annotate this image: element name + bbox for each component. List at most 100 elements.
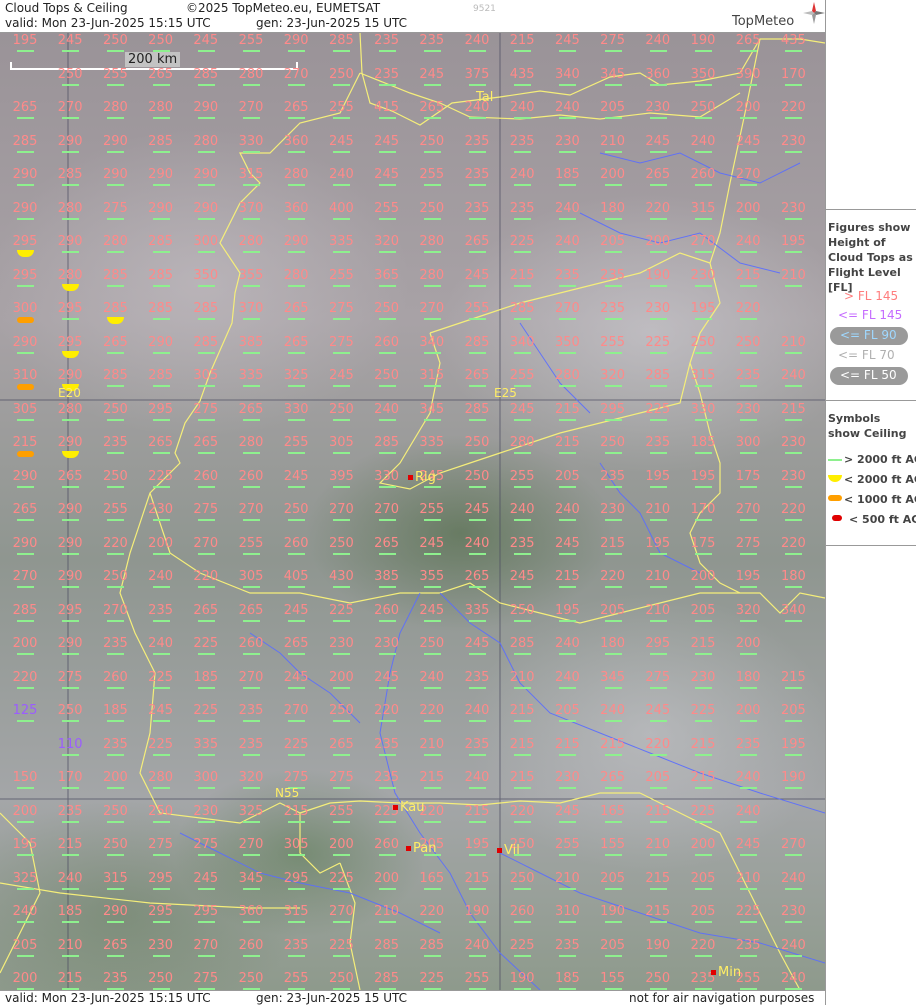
cloud-top-value: 155 (593, 837, 633, 856)
cloud-top-value: 290 (50, 134, 90, 153)
cloud-top-value: 255 (231, 536, 271, 555)
cloud-top-value: 215 (502, 737, 542, 756)
cloud-top-value: 235 (457, 134, 497, 153)
cloud-top-value: 235 (457, 670, 497, 689)
cloud-top-value: 255 (547, 837, 587, 856)
copyright-text: ©2025 TopMeteo.eu, EUMETSAT (186, 1, 381, 15)
coord-label-n55: N55 (275, 786, 300, 800)
cloud-top-value: 180 (728, 670, 768, 689)
cloud-top-value: 280 (50, 268, 90, 291)
cloud-top-value: 240 (638, 33, 678, 52)
cloud-top-value: 235 (728, 737, 768, 756)
cloud-top-value: 230 (186, 804, 226, 823)
cloud-top-value: 315 (683, 368, 723, 387)
coord-label-e20: E20 (58, 386, 81, 400)
cloud-top-value: 285 (141, 301, 181, 320)
cloud-top-value: 400 (321, 201, 361, 220)
cloud-top-value: 235 (593, 268, 633, 287)
cloud-top-value: 250 (593, 435, 633, 454)
cloud-top-value: 240 (5, 904, 45, 923)
cloud-top-value: 240 (728, 804, 768, 823)
cloud-top-value: 230 (141, 502, 181, 521)
cloud-top-value: 295 (593, 402, 633, 421)
cloud-top-value: 240 (412, 670, 452, 689)
cloud-top-value: 235 (412, 33, 452, 52)
cloud-top-value: 245 (457, 502, 497, 521)
cloud-top-value: 195 (773, 737, 813, 756)
cloud-top-value: 435 (773, 33, 813, 52)
cloud-top-value: 190 (683, 33, 723, 52)
cloud-top-value: 295 (5, 268, 45, 287)
cloud-top-value: 250 (638, 971, 678, 990)
place-tal: Tal (476, 90, 493, 105)
cloud-top-value: 235 (728, 368, 768, 387)
cloud-top-value: 290 (5, 536, 45, 555)
cloud-top-value: 265 (276, 301, 316, 320)
cloud-top-value: 285 (367, 435, 407, 454)
scale-bar-label: 200 km (125, 52, 181, 67)
map-title: Cloud Tops & Ceiling (5, 1, 128, 15)
cloud-top-value: 265 (593, 770, 633, 789)
cloud-top-value: 230 (773, 469, 813, 488)
cloud-top-value: 235 (638, 435, 678, 454)
cloud-top-value: 235 (95, 971, 135, 990)
cloud-top-value: 250 (141, 804, 181, 823)
cloud-top-value: 270 (50, 100, 90, 119)
cloud-top-value: 395 (321, 469, 361, 488)
cloud-top-value: 225 (141, 469, 181, 488)
cloud-top-value: 230 (321, 636, 361, 655)
cloud-top-value: 210 (638, 603, 678, 622)
cloud-top-value: 305 (5, 402, 45, 421)
cloud-top-value: 215 (502, 268, 542, 287)
cloud-top-value: 150 (5, 770, 45, 789)
cloud-top-value: 250 (457, 469, 497, 488)
cloud-top-value: 180 (773, 569, 813, 588)
cloud-top-value: 215 (638, 871, 678, 890)
cloud-top-value: 220 (593, 569, 633, 588)
cloud-top-value: 285 (502, 301, 542, 320)
cloud-tops-map[interactable]: 200 km 195 245 250 250 245 255 290 285 235 235 240… (0, 33, 825, 990)
cloud-top-value: 295 (276, 871, 316, 890)
cloud-top-value: 265 (276, 636, 316, 655)
place-marker (406, 846, 411, 851)
cloud-top-value: 435 (502, 67, 542, 86)
cloud-top-value: 230 (728, 402, 768, 421)
cloud-top-value: 190 (773, 770, 813, 789)
cloud-top-value: 175 (683, 536, 723, 555)
cloud-top-value: 230 (683, 268, 723, 287)
cloud-top-value: 230 (773, 201, 813, 220)
cloud-top-value: 280 (141, 770, 181, 789)
cloud-top-value: 255 (412, 502, 452, 521)
cloud-top-value: 200 (593, 167, 633, 186)
cloud-top-value: 205 (593, 234, 633, 253)
cloud-top-value: 250 (412, 636, 452, 655)
cloud-top-value: 285 (367, 971, 407, 990)
cloud-top-value: 210 (728, 871, 768, 890)
cloud-top-value: 230 (367, 636, 407, 655)
cloud-top-value: 190 (457, 904, 497, 923)
cloud-top-value: 220 (728, 301, 768, 320)
cloud-top-value: 290 (276, 234, 316, 253)
cloud-top-value: 290 (50, 368, 90, 391)
cloud-top-value: 315 (231, 167, 271, 186)
cloud-top-value: 335 (231, 368, 271, 387)
cloud-top-value: 185 (683, 435, 723, 454)
cloud-top-value: 235 (502, 536, 542, 555)
place-marker (393, 805, 398, 810)
cloud-top-value: 190 (593, 904, 633, 923)
cloud-top-value: 235 (593, 301, 633, 320)
cloud-top-value: 290 (186, 167, 226, 186)
cloud-top-value: 230 (773, 904, 813, 923)
cloud-top-value: 315 (412, 368, 452, 387)
cloud-top-value: 275 (593, 33, 633, 52)
cloud-top-value: 195 (547, 603, 587, 622)
cloud-top-value: 220 (412, 703, 452, 722)
cloud-top-value: 295 (186, 904, 226, 923)
cloud-top-value: 205 (547, 703, 587, 722)
cloud-top-value: 290 (95, 904, 135, 923)
cloud-top-value: 190 (502, 971, 542, 990)
cloud-top-value: 275 (321, 770, 361, 789)
cloud-top-value: 230 (638, 100, 678, 119)
cloud-top-value: 180 (593, 201, 633, 220)
cloud-top-value: 265 (412, 100, 452, 119)
